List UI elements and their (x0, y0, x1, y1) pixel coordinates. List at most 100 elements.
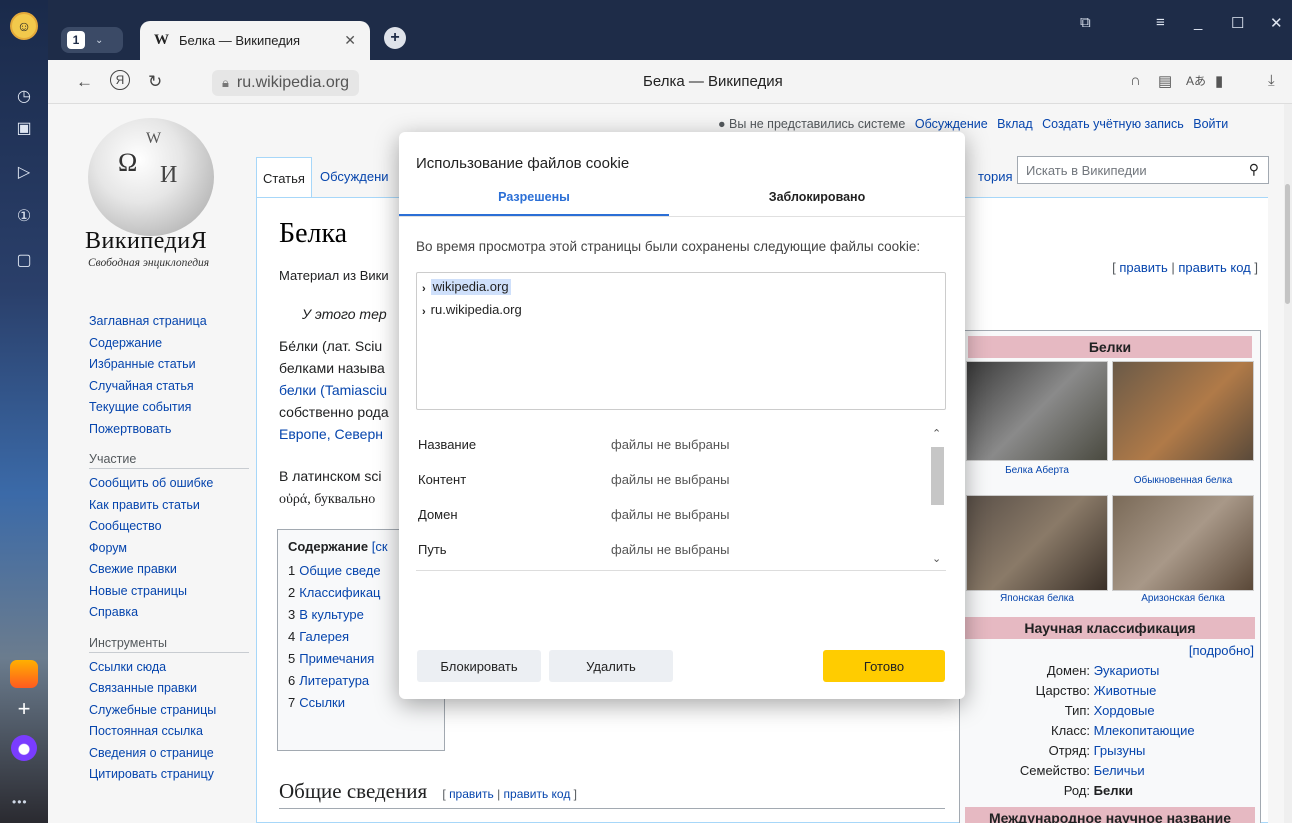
minimize-icon[interactable]: _ (1194, 14, 1202, 31)
talk-link[interactable]: Обсуждение (915, 117, 988, 131)
nav-link[interactable]: Пожертвовать (89, 419, 249, 441)
toc-link[interactable]: Классификац (299, 585, 380, 600)
scroll-down-icon[interactable]: ⌄ (932, 552, 941, 565)
login-link[interactable]: Войти (1193, 117, 1228, 131)
yandex-icon[interactable]: Я (110, 70, 130, 90)
close-window-icon[interactable]: ✕ (1270, 14, 1283, 32)
tab-counter-icon[interactable]: ① (12, 204, 36, 228)
photo-caption[interactable]: Японская белка (966, 593, 1108, 604)
mail-icon[interactable] (10, 660, 38, 688)
tab-history[interactable]: тория (972, 157, 1019, 195)
history-icon[interactable]: ◷ (12, 84, 36, 108)
nav-link[interactable]: Сообщить об ошибке (89, 473, 249, 495)
edit-link[interactable]: править (1119, 260, 1167, 275)
delete-button[interactable]: Удалить (549, 650, 673, 682)
scrollbar-thumb[interactable] (1285, 184, 1290, 304)
nav-link[interactable]: Служебные страницы (89, 700, 249, 722)
nav-link[interactable]: Постоянная ссылка (89, 721, 249, 743)
alice-icon[interactable] (11, 735, 37, 761)
photo-caption[interactable]: Обыкновенная белка (1112, 475, 1254, 486)
tab-allowed[interactable]: Разрешены (399, 190, 669, 216)
nav-link[interactable]: Сообщество (89, 516, 249, 538)
more-link[interactable]: [подробно] (1189, 643, 1254, 658)
squirrel-photo[interactable] (966, 361, 1108, 461)
profile-avatar[interactable]: ☺ (10, 12, 38, 40)
toc-link[interactable]: В культуре (299, 607, 364, 622)
toc-link[interactable]: Примечания (299, 651, 374, 666)
reader-mode-icon[interactable]: ▤ (1158, 72, 1172, 90)
wikipedia-globe-logo[interactable]: W Ω И (88, 118, 214, 236)
tab-counter-button[interactable]: 1 ⌄ (61, 27, 123, 53)
nav-link[interactable]: Избранные статьи (89, 354, 249, 376)
translate-icon[interactable]: Aあ (1186, 72, 1206, 89)
nav-link[interactable]: Ссылки сюда (89, 657, 249, 679)
bookmark-icon[interactable]: ▮ (1215, 72, 1223, 90)
back-icon[interactable]: ← (76, 72, 93, 92)
scroll-up-icon[interactable]: ⌃ (932, 427, 941, 440)
photo-caption[interactable]: Белка Аберта (966, 465, 1108, 476)
taxonomy-value[interactable]: Животные (1094, 683, 1157, 698)
tab-talk[interactable]: Обсуждени (314, 157, 395, 195)
page-scrollbar[interactable] (1284, 104, 1292, 823)
scrollbar-thumb[interactable] (931, 447, 944, 505)
nav-link[interactable]: Заглавная страница (89, 311, 249, 333)
screenshot-icon[interactable]: ▢ (12, 248, 36, 272)
squirrel-photo[interactable] (1112, 361, 1254, 461)
close-tab-icon[interactable]: ✕ (344, 32, 356, 49)
taxonomy-value[interactable]: Грызуны (1094, 743, 1146, 758)
maximize-icon[interactable]: ☐ (1231, 14, 1244, 32)
toc-link[interactable]: Общие сведе (299, 563, 380, 578)
edit-code-link[interactable]: править код (504, 787, 571, 801)
taxonomy-value[interactable]: Эукариоты (1094, 663, 1160, 678)
nav-link[interactable]: Новые страницы (89, 581, 249, 603)
play-icon[interactable]: ▷ (12, 160, 36, 184)
create-account-link[interactable]: Создать учётную запись (1042, 117, 1184, 131)
chevron-right-icon[interactable]: › (422, 281, 426, 297)
nav-link[interactable]: Цитировать страницу (89, 764, 249, 786)
taxonomy-value[interactable]: Хордовые (1094, 703, 1155, 718)
url-field[interactable]: 🔒︎ ru.wikipedia.org (212, 70, 359, 96)
toc-link[interactable]: Галерея (299, 629, 349, 644)
squirrel-photo[interactable] (966, 495, 1108, 591)
nav-link[interactable]: Содержание (89, 333, 249, 355)
new-tab-button[interactable]: + (384, 27, 406, 49)
nav-link[interactable]: Связанные правки (89, 678, 249, 700)
nav-link[interactable]: Свежие правки (89, 559, 249, 581)
toc-link[interactable]: Литература (299, 673, 369, 688)
nav-link[interactable]: Форум (89, 538, 249, 560)
nav-link[interactable]: Как править статьи (89, 495, 249, 517)
browser-tab[interactable]: W Белка — Википедия ✕ (140, 21, 370, 60)
contributions-link[interactable]: Вклад (997, 117, 1033, 131)
wiki-search-input[interactable]: Искать в Википедии ⚲ (1017, 156, 1269, 184)
nav-link[interactable]: Справка (89, 602, 249, 624)
headphones-icon[interactable]: ∩ (1130, 72, 1141, 89)
details-scrollbar[interactable]: ⌃ ⌄ (929, 427, 946, 571)
block-button[interactable]: Блокировать (417, 650, 541, 682)
cookie-site-item[interactable]: › wikipedia.org (422, 279, 940, 302)
add-panel-icon[interactable]: + (12, 696, 36, 721)
photo-caption[interactable]: Аризонская белка (1112, 593, 1254, 604)
search-icon[interactable]: ⚲ (1249, 161, 1259, 178)
done-button[interactable]: Готово (823, 650, 945, 682)
more-icon[interactable]: ••• (12, 795, 28, 809)
menu-icon[interactable]: ≡ (1156, 14, 1165, 31)
cookie-site-item[interactable]: › ru.wikipedia.org (422, 302, 940, 325)
taxonomy-value[interactable]: Млекопитающие (1094, 723, 1195, 738)
tabs-panel-icon[interactable]: ⧉ (1080, 14, 1091, 31)
squirrel-photo[interactable] (1112, 495, 1254, 591)
reload-icon[interactable]: ↻ (148, 72, 162, 92)
nav-link[interactable]: Текущие события (89, 397, 249, 419)
edit-link[interactable]: править (449, 787, 494, 801)
nav-link[interactable]: Сведения о странице (89, 743, 249, 765)
edit-code-link[interactable]: править код (1178, 260, 1250, 275)
tab-article[interactable]: Статья (256, 157, 312, 197)
chevron-right-icon[interactable]: › (422, 304, 426, 320)
toc-toggle[interactable]: [ск (372, 539, 388, 554)
collections-icon[interactable]: ▣ (12, 116, 36, 140)
nav-link[interactable]: Случайная статья (89, 376, 249, 398)
tab-blocked[interactable]: Заблокировано (669, 190, 965, 216)
download-icon[interactable]: ⤓ (1268, 72, 1275, 89)
cookie-site-label[interactable]: wikipedia.org (430, 279, 511, 295)
taxonomy-value[interactable]: Беличьи (1094, 763, 1145, 778)
toc-link[interactable]: Ссылки (299, 695, 345, 710)
